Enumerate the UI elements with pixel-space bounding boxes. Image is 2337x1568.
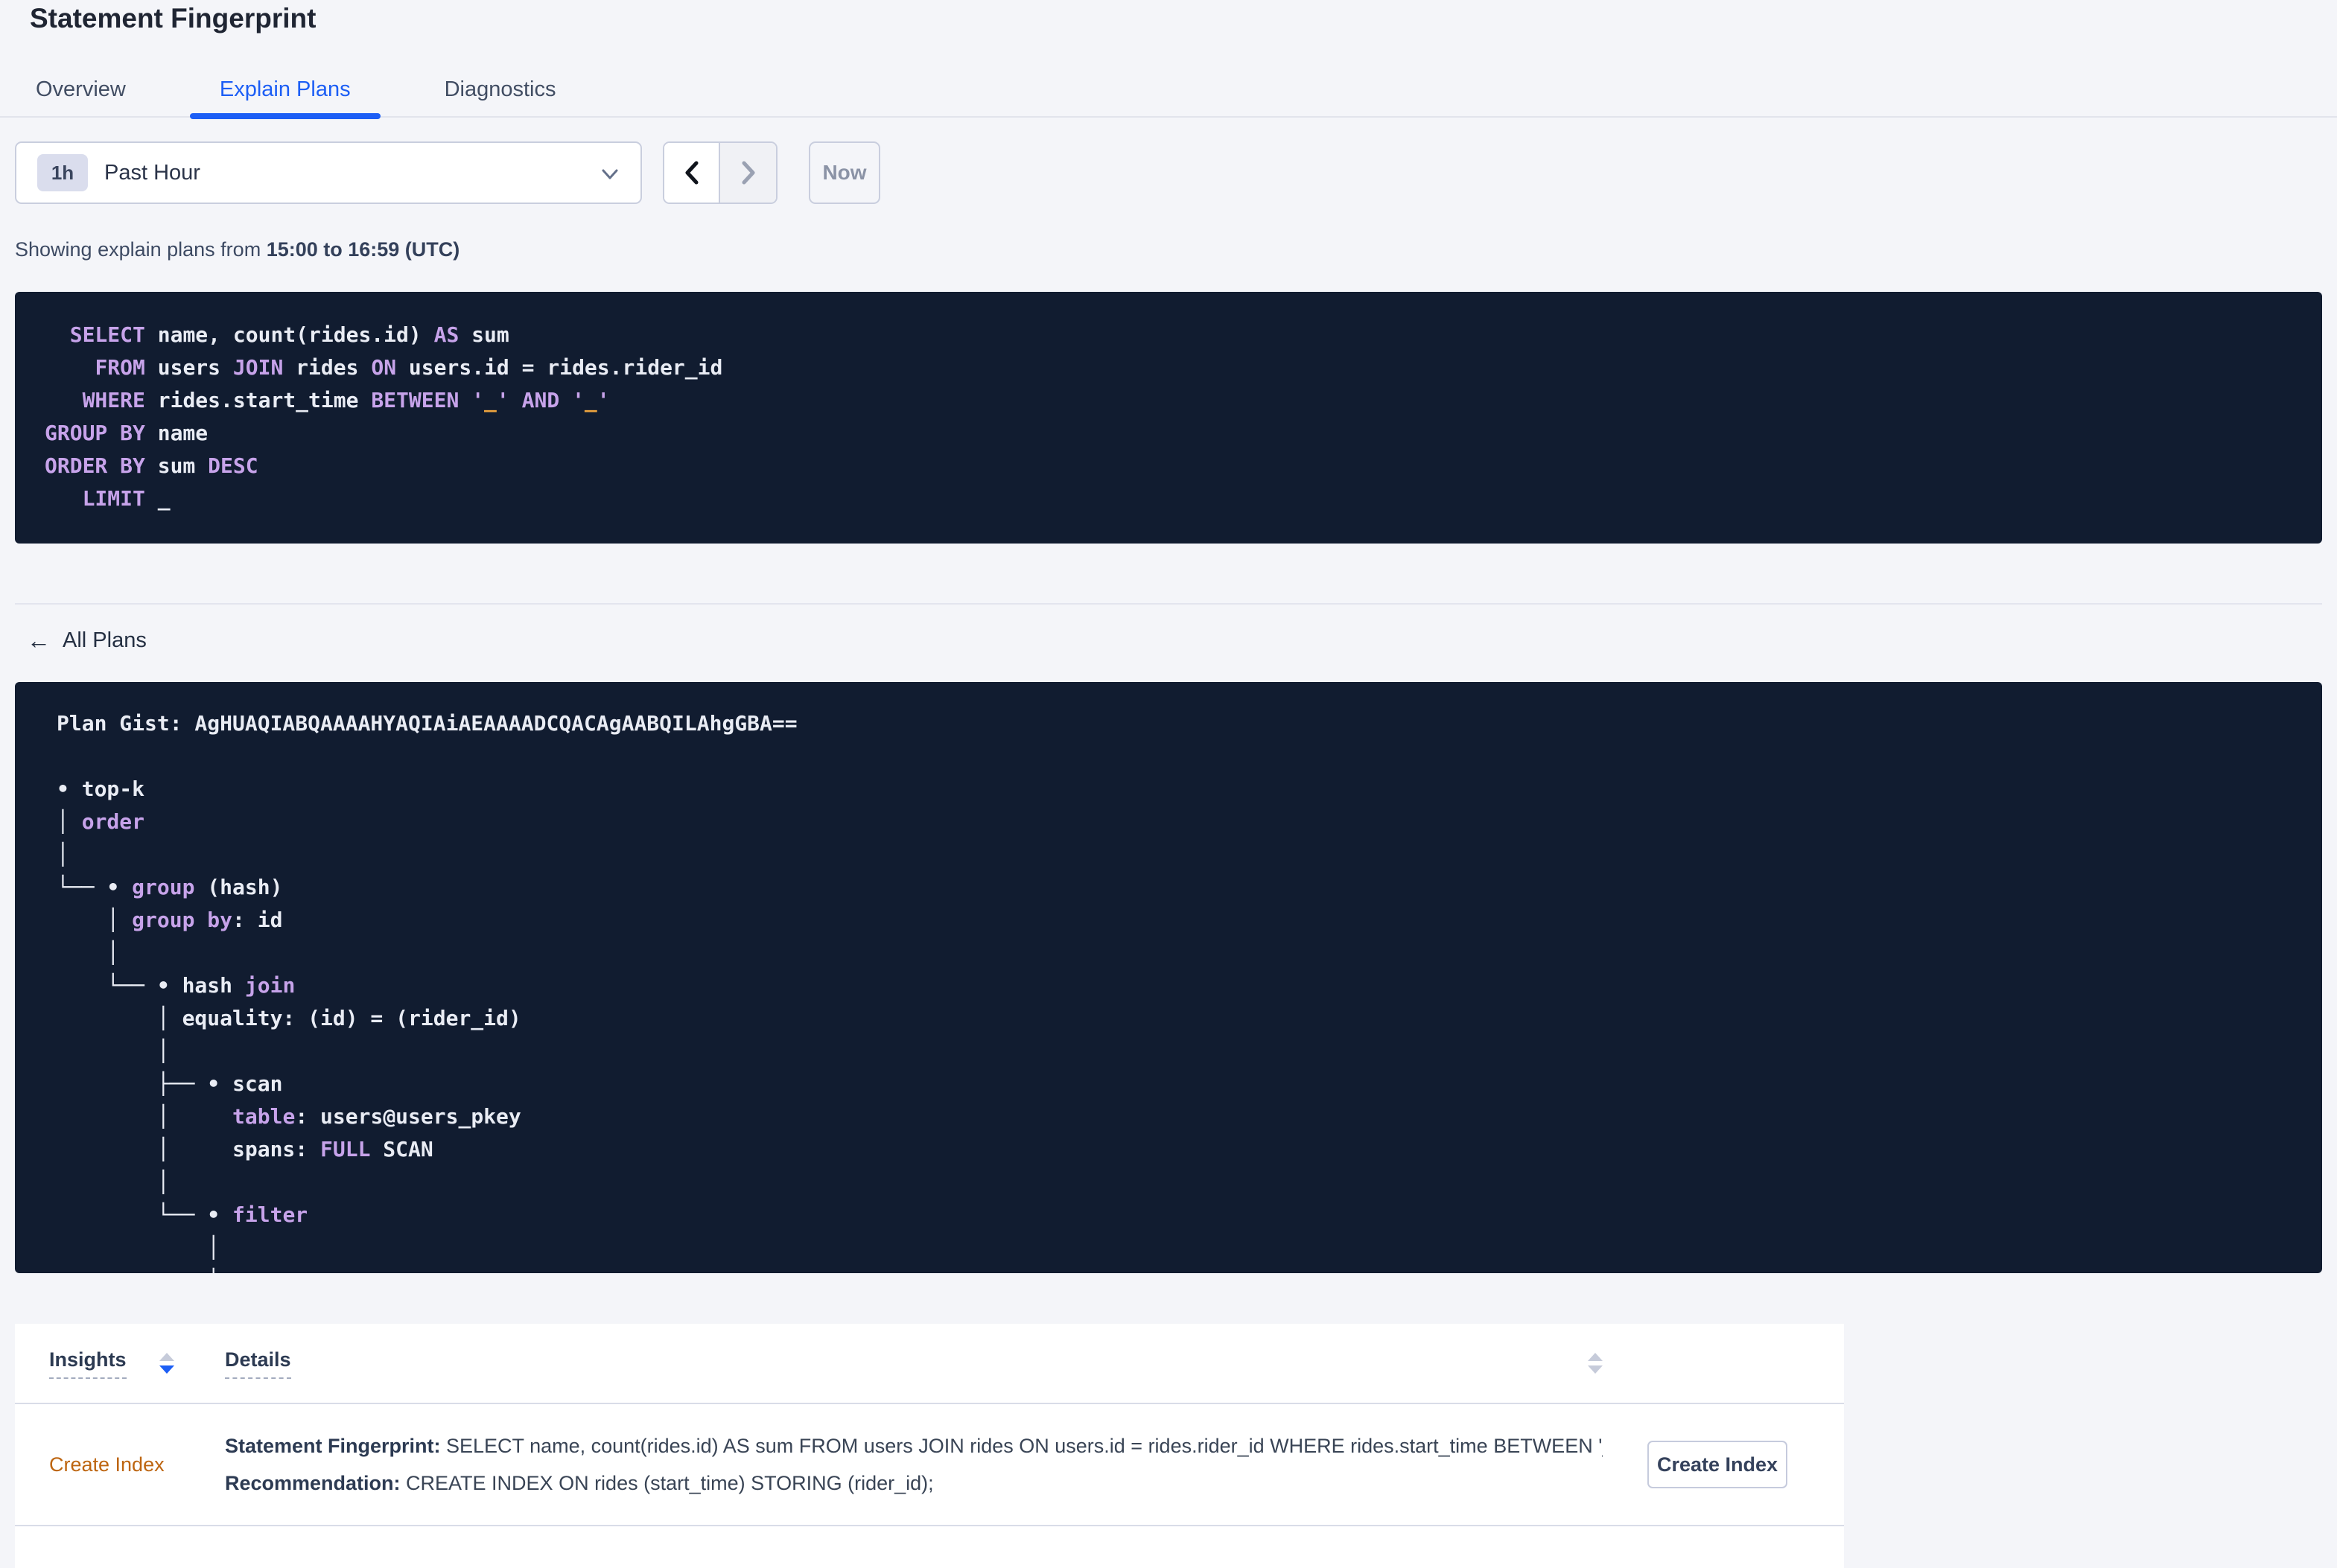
chevron-down-icon xyxy=(599,165,621,183)
create-index-button[interactable]: Create Index xyxy=(1647,1441,1787,1488)
showing-plans-subtitle: Showing explain plans from 15:00 to 16:5… xyxy=(15,238,460,261)
fingerprint-detail-label: Statement Fingerprint: xyxy=(225,1435,441,1457)
create-index-link[interactable]: Create Index xyxy=(49,1453,165,1476)
subtitle-range: 15:00 to 16:59 (UTC) xyxy=(266,238,460,261)
insight-type-cell: Create Index xyxy=(49,1453,225,1476)
chevron-right-icon xyxy=(736,158,761,188)
chevron-left-icon xyxy=(679,158,705,188)
details-cell: Statement Fingerprint: SELECT name, coun… xyxy=(225,1427,1603,1502)
statement-fingerprint-page: { "page": { "title": "Statement Fingerpr… xyxy=(0,0,2337,1568)
all-plans-back-link[interactable]: ← All Plans xyxy=(27,627,147,654)
recommendation-detail-line: Recommendation: CREATE INDEX ON rides (s… xyxy=(225,1465,1603,1502)
tab-overview[interactable]: Overview xyxy=(6,62,156,117)
all-plans-label: All Plans xyxy=(63,628,147,652)
sort-desc-icon xyxy=(1588,1365,1603,1374)
section-divider xyxy=(15,603,2322,605)
time-range-label: Past Hour xyxy=(104,160,200,185)
insights-table: Insights Details Create Index Statement … xyxy=(15,1324,1844,1568)
tab-diagnostics[interactable]: Diagnostics xyxy=(415,62,586,117)
sort-icon-insights[interactable] xyxy=(159,1353,174,1374)
details-header-label[interactable]: Details xyxy=(225,1348,291,1379)
fingerprint-detail-line: Statement Fingerprint: SELECT name, coun… xyxy=(225,1427,1603,1465)
time-range-badge: 1h xyxy=(37,154,88,191)
details-column-header: Details xyxy=(225,1348,1603,1379)
insights-header-label[interactable]: Insights xyxy=(49,1348,127,1379)
insights-table-header: Insights Details xyxy=(15,1324,1844,1404)
next-interval-button[interactable] xyxy=(720,143,776,203)
previous-interval-button[interactable] xyxy=(664,143,721,203)
recommendation-detail-label: Recommendation: xyxy=(225,1472,401,1494)
recommendation-detail-text: CREATE INDEX ON rides (start_time) STORI… xyxy=(400,1472,934,1494)
sort-desc-icon xyxy=(159,1365,174,1374)
sort-icon-details[interactable] xyxy=(1588,1353,1603,1374)
subtitle-prefix: Showing explain plans from xyxy=(15,238,267,261)
plan-gist-block: Plan Gist: AgHUAQIABQAAAAHYAQIAiAEAAAADC… xyxy=(15,682,2322,1273)
sort-asc-icon xyxy=(1588,1353,1603,1361)
table-row: Create Index Statement Fingerprint: SELE… xyxy=(15,1404,1844,1526)
arrow-left-icon: ← xyxy=(27,627,51,654)
time-nav-group xyxy=(663,141,778,204)
fingerprint-detail-text: SELECT name, count(rides.id) AS sum FROM… xyxy=(440,1435,1603,1457)
time-range-select[interactable]: 1h Past Hour xyxy=(15,141,642,204)
page-title: Statement Fingerprint xyxy=(30,3,317,34)
time-controls: 1h Past Hour Now xyxy=(0,141,2337,204)
insights-column-header: Insights xyxy=(49,1348,225,1379)
sql-fingerprint-block: SELECT name, count(rides.id) AS sum FROM… xyxy=(15,292,2322,544)
tab-bar: Overview Explain Plans Diagnostics xyxy=(0,62,2337,119)
sort-asc-icon xyxy=(159,1353,174,1361)
now-button[interactable]: Now xyxy=(809,141,880,204)
tab-explain-plans[interactable]: Explain Plans xyxy=(189,62,381,119)
